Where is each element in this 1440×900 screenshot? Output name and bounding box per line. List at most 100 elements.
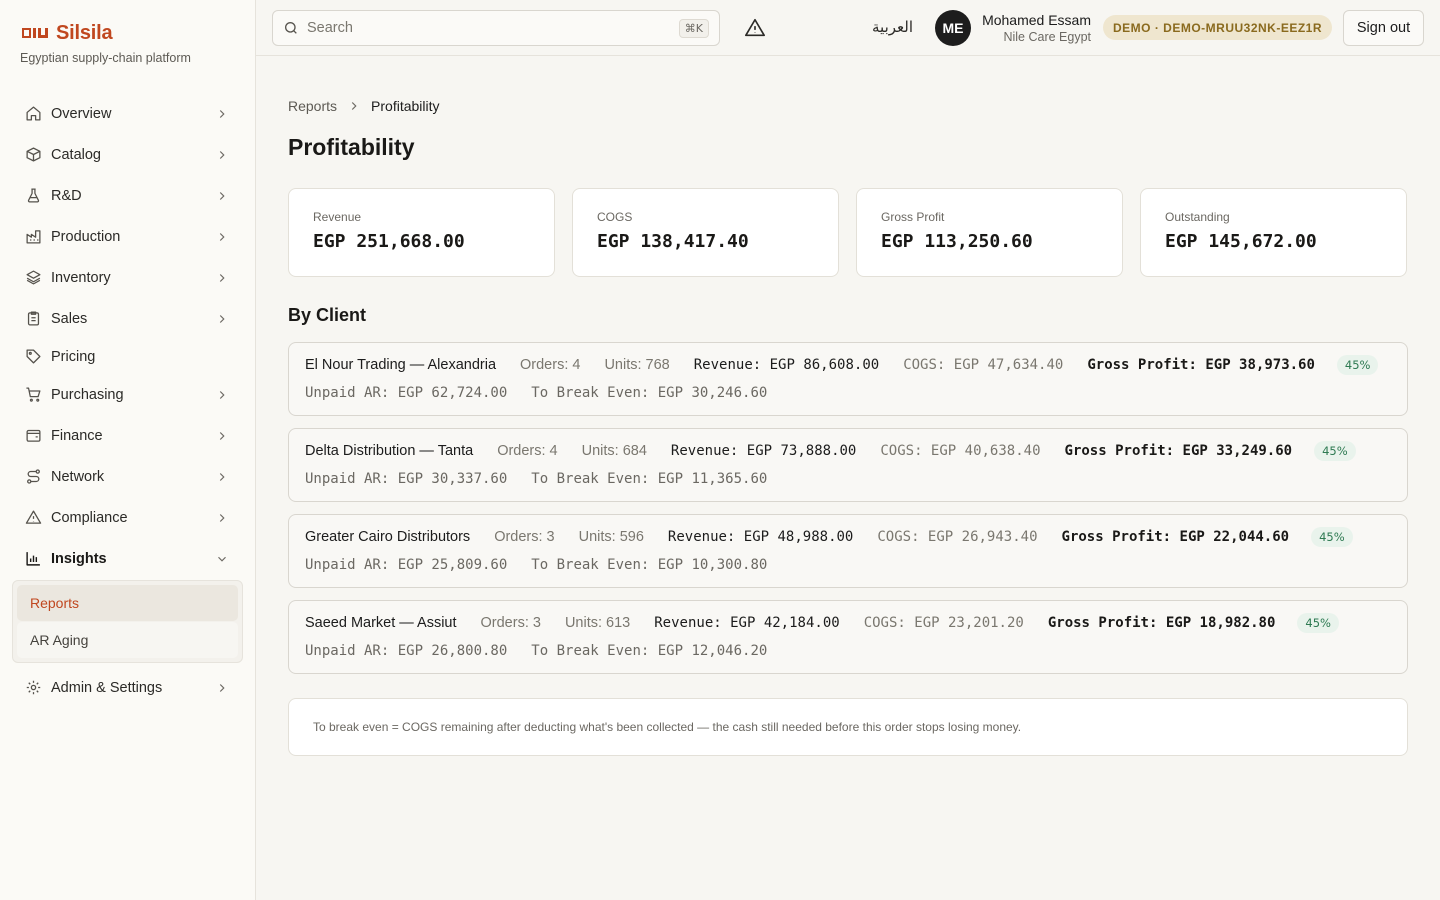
sidebar-item-compliance[interactable]: Compliance	[12, 497, 243, 538]
break-even-footnote: To break even = COGS remaining after ded…	[288, 698, 1408, 756]
subnav-item-reports[interactable]: Reports	[17, 585, 238, 621]
tag-icon	[24, 348, 42, 366]
section-title-by-client: By Client	[288, 305, 367, 325]
chevron-right-icon	[219, 683, 225, 692]
insights-subnav: Reports AR Aging	[12, 580, 243, 663]
sidebar-item-overview[interactable]: Overview	[12, 93, 243, 134]
client-unpaid-ar: Unpaid AR: EGP 25,809.60	[305, 557, 508, 573]
client-revenue: Revenue: EGP 42,184.00	[654, 615, 840, 631]
kpi-value: EGP 138,417.40	[597, 231, 749, 252]
client-cogs: COGS: EGP 47,634.40	[903, 357, 1064, 373]
client-break-even: To Break Even: EGP 10,300.80	[531, 557, 768, 573]
gear-icon	[24, 679, 42, 697]
client-revenue: Revenue: EGP 48,988.00	[667, 529, 854, 545]
sidebar-item-label: Overview	[51, 105, 112, 122]
client-cogs: COGS: EGP 26,943.40	[877, 529, 1038, 545]
language-toggle[interactable]: العربية	[872, 18, 913, 36]
sidebar-item-purchasing[interactable]: Purchasing	[12, 374, 243, 415]
sidebar-item-sales[interactable]: Sales	[12, 298, 243, 339]
sidebar-item-inventory[interactable]: Inventory	[12, 257, 243, 298]
wallet-icon	[24, 427, 42, 445]
client-name: Greater Cairo Distributors	[305, 529, 471, 545]
client-revenue: Revenue: EGP 73,888.00	[670, 443, 857, 459]
client-units: Units: 768	[604, 357, 670, 373]
breadcrumb-reports-link[interactable]: Reports	[288, 98, 337, 114]
client-row[interactable]: El Nour Trading — Alexandria Orders: 4 U…	[288, 342, 1408, 416]
chevron-right-icon	[351, 102, 357, 110]
client-name: El Nour Trading — Alexandria	[305, 357, 497, 373]
layers-icon	[24, 269, 42, 287]
kpi-label: Revenue	[313, 210, 362, 224]
box-icon	[24, 146, 42, 164]
sidebar-item-pricing[interactable]: Pricing	[12, 339, 243, 374]
subnav-item-ar-aging[interactable]: AR Aging	[17, 622, 238, 658]
kpi-value: EGP 113,250.60	[881, 231, 1033, 252]
sidebar-item-catalog[interactable]: Catalog	[12, 134, 243, 175]
client-cogs: COGS: EGP 23,201.20	[863, 615, 1024, 631]
sidebar-item-admin-settings[interactable]: Admin & Settings	[12, 667, 243, 708]
client-row[interactable]: Delta Distribution — Tanta Orders: 4 Uni…	[288, 428, 1408, 502]
search-icon	[285, 22, 297, 34]
search-box[interactable]: ⌘K	[272, 10, 720, 46]
brand[interactable]: Silsila Egyptian supply-chain platform	[20, 22, 191, 65]
kpi-card-cogs: COGS EGP 138,417.40	[572, 188, 839, 277]
client-unpaid-ar: Unpaid AR: EGP 26,800.80	[305, 643, 508, 659]
chevron-right-icon	[219, 191, 225, 200]
margin-badge: 45%	[1311, 527, 1353, 547]
margin-badge: 45%	[1336, 355, 1379, 375]
client-orders: Orders: 4	[520, 357, 581, 373]
demo-badge: DEMO · DEMO-MRUU32NK-EEZ1R	[1103, 15, 1333, 40]
sidebar-item-label: Catalog	[51, 146, 101, 163]
client-break-even: To Break Even: EGP 30,246.60	[531, 385, 768, 401]
sidebar-item-production[interactable]: Production	[12, 216, 243, 257]
sidebar-item-finance[interactable]: Finance	[12, 415, 243, 456]
margin-badge: 45%	[1297, 613, 1339, 633]
client-orders: Orders: 4	[497, 443, 558, 459]
route-icon	[24, 468, 42, 486]
client-units: Units: 596	[578, 529, 644, 545]
sidebar-item-network[interactable]: Network	[12, 456, 243, 497]
client-row[interactable]: Saeed Market — Assiut Orders: 3 Units: 6…	[288, 600, 1408, 674]
margin-badge: 45%	[1314, 441, 1356, 461]
sidebar-item-insights[interactable]: Insights	[12, 538, 243, 579]
cart-icon	[24, 386, 42, 404]
page-title: Profitability	[288, 134, 415, 160]
kpi-card-gross-profit: Gross Profit EGP 113,250.60	[856, 188, 1123, 277]
home-icon	[24, 105, 42, 123]
sidebar-item-rnd[interactable]: R&D	[12, 175, 243, 216]
kpi-value: EGP 251,668.00	[313, 231, 465, 252]
client-gross-profit: Gross Profit: EGP 38,973.60	[1087, 357, 1315, 373]
client-orders: Orders: 3	[480, 615, 541, 631]
client-gross-profit: Gross Profit: EGP 33,249.60	[1064, 443, 1293, 459]
sidebar-nav: Overview Catalog R&D Production Inventor…	[12, 93, 243, 708]
chevron-right-icon	[219, 314, 225, 323]
search-shortcut: ⌘K	[678, 18, 709, 38]
sidebar-item-label: Compliance	[51, 509, 128, 526]
client-list: El Nour Trading — Alexandria Orders: 4 U…	[288, 342, 1408, 686]
client-name: Saeed Market — Assiut	[305, 615, 457, 631]
sidebar: Silsila Egyptian supply-chain platform O…	[0, 0, 256, 900]
kpi-label: Gross Profit	[881, 210, 945, 224]
clipboard-icon	[24, 310, 42, 328]
breadcrumb: Reports Profitability	[288, 98, 440, 114]
chevron-right-icon	[219, 273, 225, 282]
bar-chart-icon	[24, 550, 42, 568]
client-units: Units: 613	[564, 615, 631, 631]
sidebar-item-label: Production	[51, 228, 121, 245]
chevron-right-icon	[219, 150, 225, 159]
client-revenue: Revenue: EGP 86,608.00	[693, 357, 880, 373]
brand-logo-icon	[22, 27, 48, 38]
search-input[interactable]	[307, 20, 679, 36]
topbar: ⌘K العربية ME Mohamed Essam Nile Care Eg…	[256, 0, 1440, 56]
client-orders: Orders: 3	[494, 529, 555, 545]
avatar[interactable]: ME	[935, 10, 971, 46]
sidebar-item-label: Sales	[51, 310, 88, 327]
user-info: Mohamed Essam Nile Care Egypt	[979, 12, 1091, 44]
sign-out-button[interactable]: Sign out	[1343, 10, 1424, 46]
client-break-even: To Break Even: EGP 11,365.60	[531, 471, 768, 487]
kpi-card-revenue: Revenue EGP 251,668.00	[288, 188, 555, 277]
sidebar-item-label: Purchasing	[51, 386, 124, 403]
alert-triangle-icon[interactable]	[744, 17, 766, 39]
warning-icon	[24, 509, 42, 527]
client-row[interactable]: Greater Cairo Distributors Orders: 3 Uni…	[288, 514, 1408, 588]
